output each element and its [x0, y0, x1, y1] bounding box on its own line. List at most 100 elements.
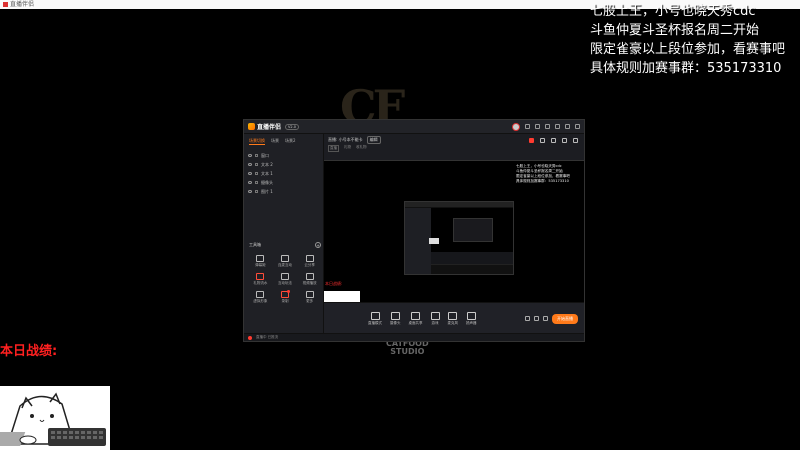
- danmaku-icon: [256, 255, 265, 262]
- eye-icon[interactable]: [248, 190, 252, 193]
- stream-title: 直播: 小号本不能卡: [328, 137, 363, 142]
- app-header: 直播伴侣 V2.0: [244, 120, 584, 134]
- lock-icon[interactable]: [255, 181, 258, 184]
- tool-danmaku[interactable]: 弹幕姬: [248, 255, 273, 268]
- status-bar: 直播中 已推流: [244, 333, 584, 341]
- sub-item: 收礼物: [356, 145, 367, 149]
- edit-button[interactable]: 编辑: [366, 136, 381, 144]
- gift-icon: [256, 273, 265, 280]
- nested-preview: [404, 201, 514, 275]
- sub-item[interactable]: 直播: [328, 145, 339, 152]
- bottom-control-bar: 直播模式 摄像头 桌面共享 游戏 麦克风 扬声器 开始直播: [324, 302, 584, 334]
- maximize-icon[interactable]: [565, 124, 570, 129]
- tool-avatar[interactable]: 虚拟形象: [248, 291, 273, 304]
- toolbox-header: 工具箱 +: [249, 242, 321, 248]
- overlay-line: 具体规则加赛事群：535173310: [590, 61, 782, 76]
- app-logo: 直播伴侣: [248, 122, 281, 131]
- preview-overlay-text: 七股上王，小号也晓天秀cdc 斗鱼仲夏斗圣杯报名周二开始 限定雀豪以上段位参加，…: [516, 164, 570, 183]
- mask-icon: [256, 291, 265, 298]
- game-button[interactable]: 游戏: [430, 311, 440, 326]
- layout-icon[interactable]: [551, 138, 556, 143]
- speaker-button[interactable]: 扬声器: [466, 311, 477, 326]
- share-icon: [305, 255, 314, 262]
- list-item[interactable]: 摄像头: [248, 178, 319, 187]
- tab-scene-switch[interactable]: 场景切换: [249, 138, 265, 145]
- logo-icon: [248, 123, 255, 130]
- main-toolbar-icons: [529, 138, 578, 143]
- tool-record[interactable]: 录制: [273, 290, 298, 304]
- stream-overlay-text: 七股上王，小号也晓天秀cdc 斗鱼仲夏斗圣杯报名周二开始 限定雀豪以上段位参加，…: [590, 2, 796, 78]
- monitor-icon: [370, 311, 380, 320]
- live-controls: 开始直播: [525, 313, 584, 324]
- header-controls: [512, 122, 580, 131]
- notification-icon[interactable]: [529, 138, 534, 143]
- screen-share-button[interactable]: 桌面共享: [409, 311, 423, 326]
- message-icon[interactable]: [525, 124, 530, 129]
- camera-icon: [390, 311, 400, 320]
- bell-icon: [280, 255, 289, 262]
- add-tool-icon[interactable]: +: [315, 242, 321, 248]
- minimize-icon[interactable]: [555, 124, 560, 129]
- lock-icon[interactable]: [255, 154, 258, 157]
- record-icon: [280, 290, 290, 298]
- speaker-icon: [466, 311, 476, 320]
- close-icon[interactable]: [575, 124, 580, 129]
- avatar[interactable]: [512, 122, 520, 131]
- streaming-app-window: 直播伴侣 V2.0 场景切换 场景 场景2 窗口 文本 2 文本 1 摄像头 图…: [243, 119, 585, 342]
- tool-mic-link[interactable]: 连麦互动: [273, 255, 298, 268]
- list-item[interactable]: 文本 1: [248, 169, 319, 178]
- settings-icon[interactable]: [543, 316, 548, 321]
- share-icon[interactable]: [573, 138, 578, 143]
- studio-watermark: CATFOOD STUDIO: [386, 339, 429, 356]
- stream-preview[interactable]: 七股上王，小号也晓天秀cdc 斗鱼仲夏斗圣杯报名周二开始 限定雀豪以上段位参加，…: [324, 160, 584, 311]
- preview-day-label: 本日战绩:: [325, 281, 343, 286]
- notification-dot: [286, 290, 290, 293]
- tool-interact[interactable]: 互动玩法: [273, 273, 298, 286]
- overlay-line: 斗鱼仲夏斗圣杯报名周二开始: [590, 23, 760, 38]
- chat-icon[interactable]: [525, 316, 530, 321]
- record-icon[interactable]: [534, 316, 539, 321]
- list-item[interactable]: 窗口: [248, 151, 319, 160]
- play-icon: [280, 273, 289, 280]
- mic-button[interactable]: 麦克风: [448, 311, 458, 326]
- sub-item: 礼物: [344, 145, 351, 149]
- scene-sidebar: 场景切换 场景 场景2 窗口 文本 2 文本 1 摄像头 图片 1 工具箱 + 弹…: [244, 134, 324, 333]
- toolbox-grid: 弹幕姬 连麦互动 云分享 礼物流水 互动玩法 视频播放 虚拟形象 录制 更多: [248, 255, 322, 304]
- eye-icon[interactable]: [248, 181, 252, 184]
- lock-icon[interactable]: [255, 163, 258, 166]
- tab-scene-2[interactable]: 场景2: [285, 138, 296, 145]
- main-panel: 直播: 小号本不能卡 编辑 直播 礼物 收礼物 七股上王，小号也晓天秀cdc 斗鱼仲夏…: [324, 134, 584, 334]
- tool-share[interactable]: 云分享: [297, 255, 322, 268]
- screen-icon: [411, 311, 420, 320]
- mic-icon: [448, 311, 458, 320]
- overlay-line: 七股上王，小号也晓天秀cdc: [590, 4, 756, 19]
- eye-icon[interactable]: [248, 163, 252, 166]
- grid-icon[interactable]: [562, 138, 567, 143]
- app-icon: [3, 2, 8, 7]
- game-icon: [430, 311, 440, 320]
- list-item[interactable]: 文本 2: [248, 160, 319, 169]
- version-badge[interactable]: V2.0: [285, 123, 299, 130]
- more-icon: [305, 291, 314, 298]
- list-item[interactable]: 图片 1: [248, 187, 319, 196]
- tab-scene[interactable]: 场景: [271, 138, 279, 145]
- tool-gift[interactable]: 礼物流水: [248, 273, 273, 286]
- tool-more[interactable]: 更多: [297, 291, 322, 304]
- live-status-icon: [248, 335, 252, 340]
- day-stats-label: 本日战绩:: [0, 344, 58, 359]
- scene-tabs: 场景切换 场景 场景2: [244, 134, 323, 149]
- bongo-cat-image: [0, 386, 110, 450]
- tool-video[interactable]: 视频播放: [297, 273, 322, 286]
- lock-icon[interactable]: [255, 172, 258, 175]
- lock-icon[interactable]: [255, 190, 258, 193]
- eye-icon[interactable]: [248, 172, 252, 175]
- camera-button[interactable]: 摄像头: [390, 311, 401, 326]
- mode-button[interactable]: 直播模式: [368, 311, 382, 326]
- start-live-button[interactable]: 开始直播: [552, 313, 578, 324]
- settings-icon[interactable]: [545, 124, 550, 129]
- video-icon: [305, 273, 314, 280]
- layer-list: 窗口 文本 2 文本 1 摄像头 图片 1: [244, 149, 323, 198]
- copy-icon[interactable]: [540, 138, 545, 143]
- eye-icon[interactable]: [248, 154, 252, 157]
- gift-icon[interactable]: [535, 124, 540, 129]
